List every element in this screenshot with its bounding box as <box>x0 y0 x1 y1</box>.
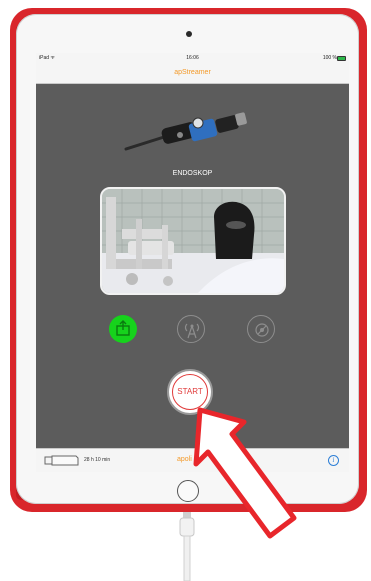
record-icon <box>255 323 269 337</box>
lightning-cable-icon <box>179 512 195 581</box>
info-icon[interactable]: i <box>328 455 339 466</box>
broadcast-icon <box>184 323 200 339</box>
nav-bar: apStreamer <box>36 63 349 84</box>
usb-storage-icon <box>44 455 79 466</box>
recording-time-remaining: 28 h 10 min <box>84 457 111 463</box>
upload-icon <box>116 320 130 336</box>
bottom-bar: 28 h 10 min apoli i <box>36 448 349 472</box>
device-name-label: ENDOSKOP <box>172 170 213 177</box>
video-preview-image <box>102 189 284 293</box>
battery-label: 100 % <box>322 55 337 61</box>
start-button-label: START <box>172 374 208 410</box>
app-title: apStreamer <box>174 69 211 76</box>
record-status-button[interactable] <box>247 315 275 343</box>
brand-label: apoli <box>177 456 192 463</box>
status-bar: iPad ᯤ 16:06 100 % <box>36 53 349 63</box>
status-indicators <box>36 315 349 345</box>
broadcast-status-button[interactable] <box>177 315 205 343</box>
video-preview[interactable] <box>100 187 286 295</box>
front-camera <box>186 31 192 37</box>
home-button[interactable] <box>177 480 199 502</box>
start-button[interactable]: START <box>167 369 213 415</box>
endoscope-icon <box>124 112 247 151</box>
battery-icon <box>337 56 346 61</box>
upload-status-button[interactable] <box>109 315 137 343</box>
clock-label: 16:06 <box>186 55 199 61</box>
app-screen: iPad ᯤ 16:06 100 % apStreamer ENDOSKOP S… <box>36 53 349 472</box>
